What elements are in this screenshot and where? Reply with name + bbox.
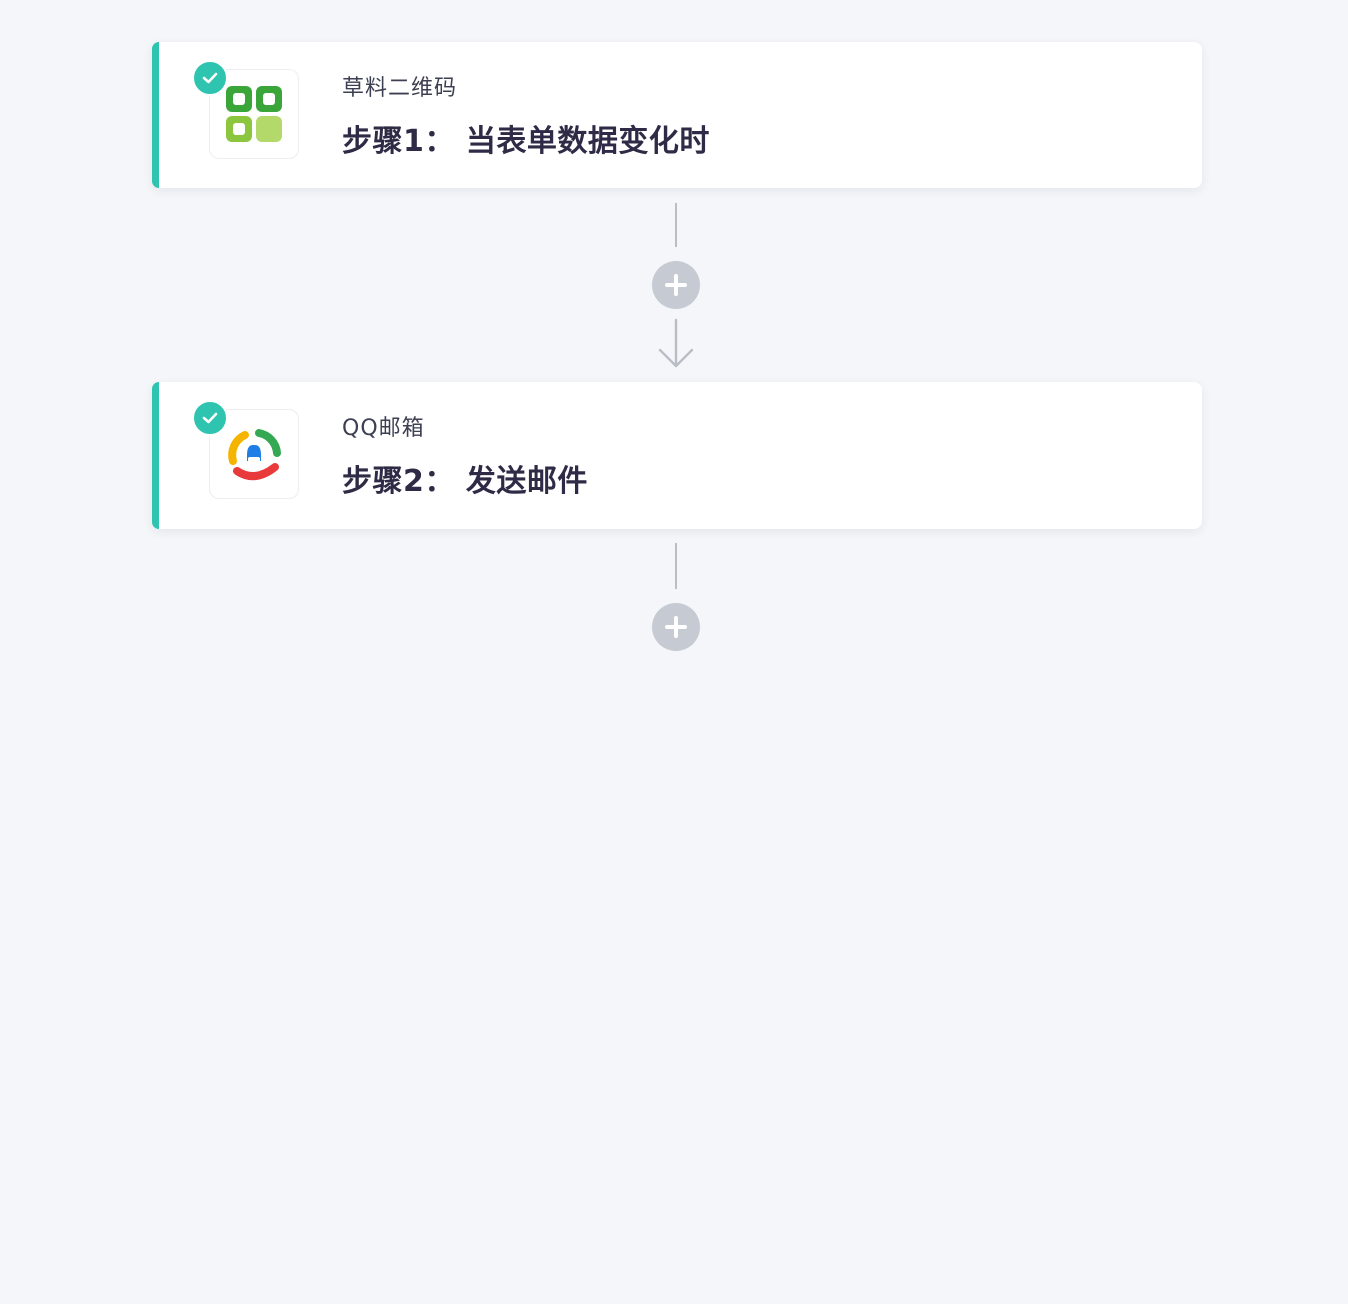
add-step-button[interactable] — [652, 261, 700, 309]
add-step-button[interactable] — [652, 603, 700, 651]
step-app-name: QQ邮箱 — [342, 416, 425, 441]
check-icon — [192, 400, 228, 436]
step-card-2[interactable]: QQ邮箱 步骤2： 发送邮件 — [152, 382, 1202, 529]
step-accent-bar — [152, 42, 159, 188]
step-title: 步骤2： 发送邮件 — [342, 464, 588, 499]
step-card-1[interactable]: 草料二维码 步骤1： 当表单数据变化时 — [152, 42, 1202, 188]
arrow-down-icon — [658, 318, 694, 368]
step-title: 步骤1： 当表单数据变化时 — [342, 124, 710, 159]
connector-line — [675, 543, 677, 589]
workflow-canvas: 草料二维码 步骤1： 当表单数据变化时 QQ邮箱 步骤2： 发送邮件 — [0, 0, 1348, 1304]
step-app-name: 草料二维码 — [342, 76, 458, 101]
plus-icon — [665, 616, 687, 638]
plus-icon — [665, 274, 687, 296]
step-accent-bar — [152, 382, 159, 529]
connector-line — [675, 203, 677, 247]
check-icon — [192, 60, 228, 96]
